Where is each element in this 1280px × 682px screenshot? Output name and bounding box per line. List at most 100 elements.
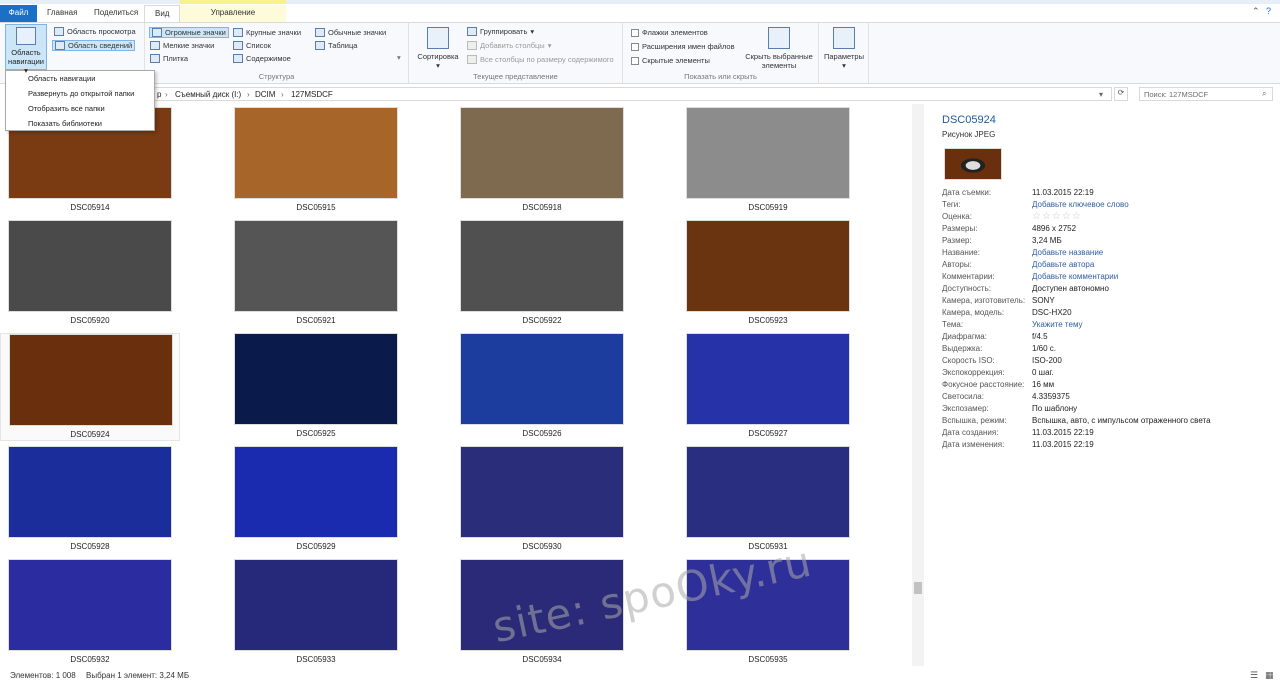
add-columns-icon bbox=[467, 41, 477, 50]
rating-stars-icon[interactable]: ☆☆☆☆☆ bbox=[1032, 211, 1082, 222]
details-value[interactable]: Укажите тему bbox=[1032, 320, 1083, 329]
file-item[interactable]: DSC05933 bbox=[226, 559, 406, 666]
file-item[interactable]: DSC05922 bbox=[452, 220, 632, 328]
file-item[interactable]: DSC05929 bbox=[226, 446, 406, 554]
details-label: Вспышка, режим: bbox=[942, 416, 1007, 425]
tab-home[interactable]: Главная bbox=[37, 5, 87, 22]
breadcrumb-item[interactable]: 127MSDCF bbox=[291, 90, 333, 99]
details-row: Светосила: 4.3359375 bbox=[942, 392, 1272, 404]
checkbox[interactable] bbox=[631, 28, 639, 37]
sort-button[interactable]: Сортировка ▾ bbox=[415, 27, 461, 70]
details-label: Теги: bbox=[942, 200, 961, 209]
details-type: Рисунок JPEG bbox=[942, 130, 996, 139]
checkbox[interactable] bbox=[631, 42, 639, 51]
breadcrumb-item[interactable]: р bbox=[157, 90, 161, 99]
details-label: Дата изменения: bbox=[942, 440, 1005, 449]
details-row: Камера, модель: DSC-HX20 bbox=[942, 308, 1272, 320]
file-item[interactable]: DSC05931 bbox=[678, 446, 858, 554]
details-value[interactable]: Добавьте комментарии bbox=[1032, 272, 1118, 281]
details-view-icon[interactable]: ☰ bbox=[1250, 670, 1258, 681]
file-item[interactable]: DSC05927 bbox=[678, 333, 858, 441]
file-name: DSC05915 bbox=[296, 203, 336, 212]
details-value[interactable]: Добавьте название bbox=[1032, 248, 1103, 257]
file-item[interactable]: DSC05921 bbox=[226, 220, 406, 328]
hidden-items-toggle[interactable]: Скрытые элементы bbox=[631, 56, 710, 65]
file-thumbnail bbox=[460, 333, 624, 425]
layout-list[interactable]: Список bbox=[233, 41, 271, 50]
item-checkboxes-toggle[interactable]: Флажки элементов bbox=[631, 28, 708, 37]
content-icon bbox=[233, 54, 243, 63]
large-icons-view-icon[interactable]: ▦ bbox=[1265, 670, 1274, 681]
details-label: Размер: bbox=[942, 236, 972, 245]
tab-share[interactable]: Поделиться bbox=[84, 5, 148, 22]
file-name: DSC05924 bbox=[70, 430, 110, 439]
breadcrumb-item[interactable]: DCIM bbox=[255, 90, 275, 99]
details-label: Дата создания: bbox=[942, 428, 999, 437]
tab-file[interactable]: Файл bbox=[0, 5, 37, 22]
file-item[interactable]: DSC05920 bbox=[0, 220, 180, 328]
options-button[interactable]: Параметры ▾ bbox=[821, 27, 867, 70]
menu-item-show-all-folders[interactable]: Отобразить все папки bbox=[6, 101, 154, 116]
search-input[interactable]: Поиск: 127MSDCF bbox=[1139, 87, 1273, 101]
file-item[interactable]: DSC05924 bbox=[0, 333, 180, 441]
layout-more-icon[interactable]: ▾ bbox=[397, 53, 401, 62]
file-extensions-toggle[interactable]: Расширения имен файлов bbox=[631, 42, 735, 51]
file-item[interactable]: DSC05918 bbox=[452, 107, 632, 215]
menu-item-show-libraries[interactable]: Показать библиотеки bbox=[6, 116, 154, 131]
file-item[interactable]: DSC05932 bbox=[0, 559, 180, 666]
details-row: Название: Добавьте название bbox=[942, 248, 1272, 260]
preview-pane-button[interactable]: Область просмотра bbox=[54, 27, 136, 36]
address-bar[interactable]: р › Съемный диск (I:) › DCIM › 127MSDCF … bbox=[140, 87, 1112, 101]
file-name: DSC05933 bbox=[296, 655, 336, 664]
tab-manage[interactable]: Управление bbox=[180, 5, 286, 22]
file-item[interactable]: DSC05928 bbox=[0, 446, 180, 554]
fit-columns-button[interactable]: Все столбцы по размеру содержимого bbox=[467, 55, 614, 64]
layout-large-icons[interactable]: Крупные значки bbox=[233, 28, 301, 37]
address-dropdown-icon[interactable]: ▾ bbox=[1099, 90, 1103, 99]
file-item[interactable]: DSC05915 bbox=[226, 107, 406, 215]
breadcrumb-separator-icon: › bbox=[165, 90, 168, 99]
details-row: Размер: 3,24 МБ bbox=[942, 236, 1272, 248]
file-item[interactable]: DSC05923 bbox=[678, 220, 858, 328]
file-name: DSC05932 bbox=[70, 655, 110, 664]
details-value[interactable]: Добавьте ключевое слово bbox=[1032, 200, 1129, 209]
file-item[interactable]: DSC05919 bbox=[678, 107, 858, 215]
layout-extra-large-icons[interactable]: Огромные значки bbox=[149, 27, 229, 38]
add-columns-button[interactable]: Добавить столбцы ▾ bbox=[467, 41, 551, 50]
breadcrumb-item[interactable]: Съемный диск (I:) bbox=[175, 90, 241, 99]
checkbox[interactable] bbox=[631, 56, 639, 65]
layout-group-label: Структура bbox=[258, 72, 295, 81]
file-item[interactable]: DSC05926 bbox=[452, 333, 632, 441]
file-item[interactable]: DSC05925 bbox=[226, 333, 406, 441]
layout-small-icons[interactable]: Мелкие значки bbox=[150, 41, 214, 50]
hide-selected-button[interactable]: Скрыть выбранные элементы bbox=[741, 27, 817, 70]
help-icon[interactable]: ? bbox=[1266, 6, 1271, 16]
details-label: Размеры: bbox=[942, 224, 978, 233]
details-pane-button[interactable]: Область сведений bbox=[52, 40, 136, 51]
layout-tiles[interactable]: Плитка bbox=[150, 54, 188, 63]
file-item[interactable]: DSC05930 bbox=[452, 446, 632, 554]
details-label: Авторы: bbox=[942, 260, 972, 269]
tab-view[interactable]: Вид bbox=[144, 5, 181, 22]
extra-large-icons-icon bbox=[152, 28, 162, 37]
group-by-button[interactable]: Группировать ▾ bbox=[467, 27, 534, 36]
large-icons-icon bbox=[233, 28, 243, 37]
refresh-button[interactable]: ⟳ bbox=[1114, 87, 1128, 101]
layout-details[interactable]: Таблица bbox=[315, 41, 357, 50]
details-row: Скорость ISO: ISO-200 bbox=[942, 356, 1272, 368]
collapse-ribbon-icon[interactable]: ⌃ bbox=[1252, 6, 1260, 17]
scrollbar-thumb[interactable] bbox=[914, 582, 922, 594]
ribbon-group-options: Параметры ▾ bbox=[819, 23, 869, 83]
details-value[interactable]: Добавьте автора bbox=[1032, 260, 1094, 269]
details-label: Экспозамер: bbox=[942, 404, 989, 413]
file-name: DSC05920 bbox=[70, 316, 110, 325]
menu-item-expand-to-folder[interactable]: Развернуть до открытой папки bbox=[6, 86, 154, 101]
navigation-pane-button[interactable]: Область навигации ▾ bbox=[5, 24, 47, 75]
details-row: Выдержка: 1/60 с. bbox=[942, 344, 1272, 356]
file-thumbnail bbox=[234, 107, 398, 199]
ribbon: Область просмотра Область сведений Огром… bbox=[0, 22, 1280, 84]
layout-medium-icons[interactable]: Обычные значки bbox=[315, 28, 386, 37]
file-name: DSC05923 bbox=[748, 316, 788, 325]
item-count: Элементов: 1 008 bbox=[10, 671, 76, 680]
layout-content[interactable]: Содержимое bbox=[233, 54, 291, 63]
